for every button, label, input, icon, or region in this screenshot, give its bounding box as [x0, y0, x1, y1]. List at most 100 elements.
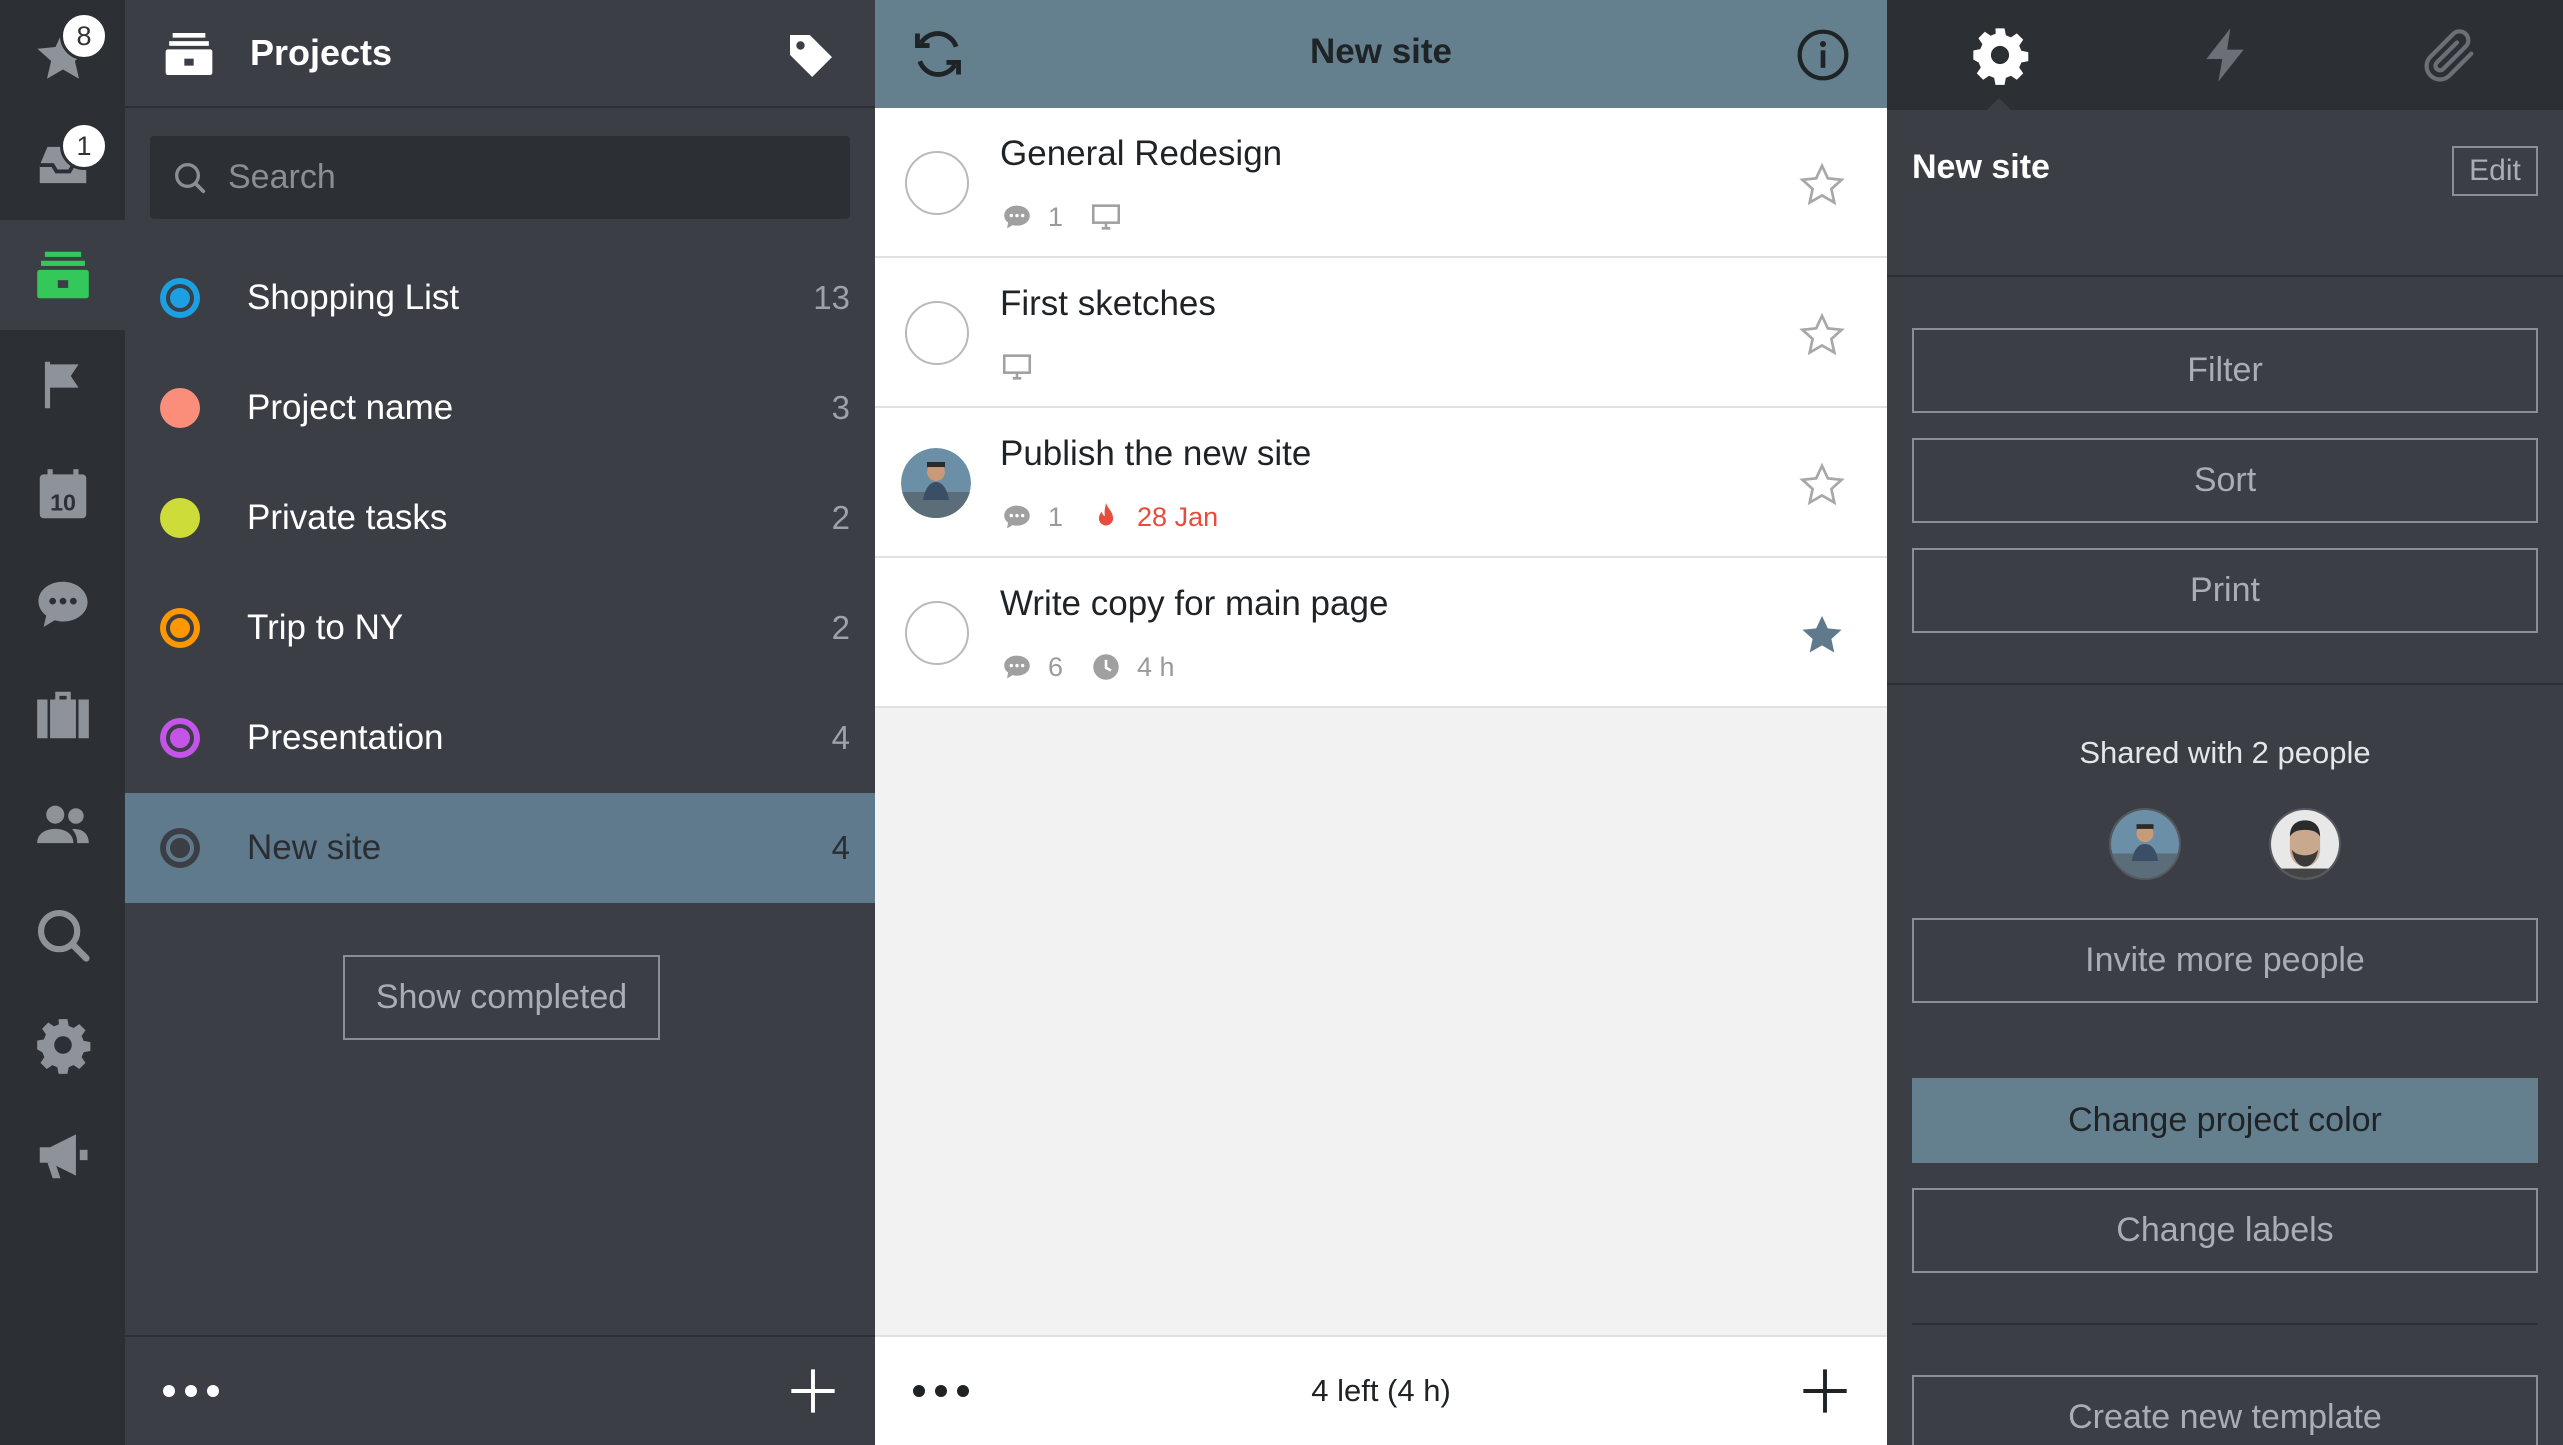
task-row[interactable]: First sketches	[875, 258, 1887, 408]
rail-inbox[interactable]: 1	[0, 110, 125, 220]
comments-icon	[37, 581, 88, 627]
add-task-icon[interactable]	[1799, 1365, 1851, 1417]
project-search[interactable]	[150, 136, 850, 219]
rail-announcements[interactable]	[0, 1100, 125, 1210]
tab-settings[interactable]	[1887, 0, 2112, 110]
task-row[interactable]: Write copy for main page 6 4 h	[875, 558, 1887, 708]
divider	[1887, 683, 2563, 685]
rail-comments[interactable]	[0, 550, 125, 660]
print-button[interactable]: Print	[1912, 548, 2538, 633]
tab-attachments[interactable]	[2337, 0, 2562, 110]
megaphone-icon	[39, 1134, 88, 1179]
task-header: New site	[875, 0, 1887, 108]
projects-header: Projects	[125, 0, 875, 108]
task-row[interactable]: General Redesign 1	[875, 108, 1887, 258]
rail-flagged[interactable]	[0, 330, 125, 440]
tab-activity[interactable]	[2112, 0, 2337, 110]
project-name: Trip to NY	[247, 608, 404, 647]
calendar-day: 10	[50, 490, 76, 516]
star-filled-icon[interactable]	[1797, 610, 1847, 660]
show-completed-button[interactable]: Show completed	[343, 955, 660, 1040]
task-title: First sketches	[1000, 284, 1216, 323]
rail-people[interactable]	[0, 770, 125, 880]
project-name: Project name	[247, 388, 454, 427]
tag-icon[interactable]	[783, 28, 839, 84]
project-item-shopping-list[interactable]: Shopping List 13	[125, 243, 875, 353]
due-date: 28 Jan	[1137, 501, 1219, 532]
task-checkbox[interactable]	[905, 601, 969, 665]
star-outline-icon[interactable]	[1797, 310, 1847, 360]
more-icon[interactable]	[161, 1375, 221, 1407]
comment-icon	[1004, 655, 1030, 679]
task-title: General Redesign	[1000, 134, 1283, 173]
rail-starred[interactable]: 8	[0, 0, 125, 110]
member-avatar[interactable]	[2269, 808, 2341, 880]
project-color-dot	[160, 828, 200, 868]
invite-people-button[interactable]: Invite more people	[1912, 918, 2538, 1003]
people-icon	[36, 805, 89, 844]
project-count: 13	[813, 279, 850, 316]
gear-icon	[1972, 28, 2028, 85]
details-tabs	[1887, 0, 2563, 110]
edit-button[interactable]: Edit	[2452, 146, 2538, 196]
task-title: Publish the new site	[1000, 434, 1312, 473]
search-input[interactable]	[228, 136, 828, 219]
shared-with-text: Shared with 2 people	[2079, 735, 2371, 770]
project-color-dot	[160, 718, 200, 758]
task-checkbox[interactable]	[905, 301, 969, 365]
project-item-trip-to-ny[interactable]: Trip to NY 2	[125, 573, 875, 683]
project-name: Private tasks	[247, 498, 448, 537]
task-meta: 1	[1000, 198, 1123, 236]
task-duration: 4 h	[1137, 651, 1175, 682]
starred-badge: 8	[60, 12, 108, 60]
star-outline-icon[interactable]	[1797, 460, 1847, 510]
projects-panel: Projects Shopping List 13 Project name 3…	[125, 0, 875, 1445]
project-color-dot	[160, 278, 200, 318]
project-count: 4	[831, 829, 850, 866]
projects-icon	[165, 33, 213, 75]
search-icon	[175, 163, 206, 194]
fire-icon	[1098, 502, 1114, 526]
create-template-button[interactable]: Create new template	[1912, 1375, 2538, 1445]
project-item-new-site[interactable]: New site 4	[125, 793, 875, 903]
rail-work[interactable]	[0, 660, 125, 770]
rail-calendar[interactable]: 10	[0, 440, 125, 550]
rail-settings[interactable]	[0, 990, 125, 1100]
project-color-dot	[160, 388, 200, 428]
clock-icon	[1093, 654, 1119, 680]
sort-button[interactable]: Sort	[1912, 438, 2538, 523]
task-meta: 6 4 h	[1000, 648, 1175, 686]
project-item-presentation[interactable]: Presentation 4	[125, 683, 875, 793]
inbox-badge: 1	[60, 122, 108, 170]
details-project-title: New site	[1912, 148, 2050, 186]
app-window: 8 1 10 Projects Search Shopping List 13 …	[0, 0, 2563, 1445]
star-outline-icon[interactable]	[1797, 160, 1847, 210]
project-list: Shopping List 13 Project name 3 Private …	[125, 243, 875, 903]
task-row[interactable]: Publish the new site 1 28 Jan	[875, 408, 1887, 558]
assignee-avatar[interactable]	[901, 448, 971, 518]
project-color-dot	[160, 498, 200, 538]
search-icon	[37, 909, 90, 962]
info-icon[interactable]	[1795, 27, 1851, 83]
rail-projects[interactable]	[0, 220, 125, 330]
gear-icon	[36, 1019, 90, 1074]
task-meta	[1000, 348, 1034, 386]
project-name: Shopping List	[247, 278, 460, 317]
filter-button[interactable]: Filter	[1912, 328, 2538, 413]
change-project-color-button[interactable]: Change project color	[1912, 1078, 2538, 1163]
project-item-project-name[interactable]: Project name 3	[125, 353, 875, 463]
task-meta: 1 28 Jan	[1000, 498, 1218, 536]
icon-rail: 8 1 10	[0, 0, 125, 1445]
project-count: 3	[831, 389, 850, 426]
add-project-icon[interactable]	[787, 1365, 839, 1417]
project-count: 4	[831, 719, 850, 756]
task-footer: 4 left (4 h)	[875, 1335, 1887, 1445]
project-color-dot	[160, 608, 200, 648]
task-checkbox[interactable]	[905, 151, 969, 215]
comment-icon	[1004, 505, 1030, 529]
change-labels-button[interactable]: Change labels	[1912, 1188, 2538, 1273]
project-name: Presentation	[247, 718, 444, 757]
rail-search[interactable]	[0, 880, 125, 990]
member-avatar[interactable]	[2109, 808, 2181, 880]
project-item-private-tasks[interactable]: Private tasks 2	[125, 463, 875, 573]
